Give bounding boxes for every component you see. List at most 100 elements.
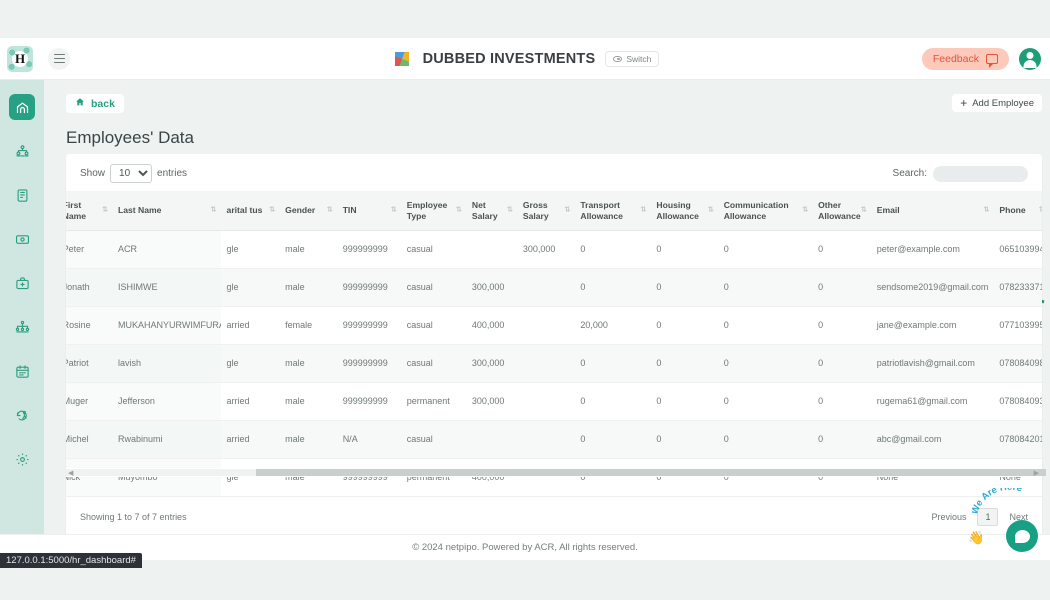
cell-gender: male: [279, 268, 337, 308]
switch-company-button[interactable]: Switch: [605, 50, 660, 67]
cell-last-name: Rwabinumi: [112, 420, 221, 460]
cell-employee-type: casual: [400, 268, 466, 308]
cell-tin: 999999999: [336, 458, 401, 498]
plus-icon: +: [960, 96, 968, 110]
cell-gender: male: [279, 230, 337, 270]
cell-tin: 999999999: [336, 382, 401, 422]
add-employee-label: Add Employee: [972, 97, 1034, 109]
search-control: Search:: [893, 165, 1028, 182]
attendance-icon: [15, 408, 30, 423]
header-other-allowance[interactable]: Other Allowance: [812, 191, 871, 232]
cell-gross-salary: [516, 382, 575, 422]
table-body: 1PeterACRglemale999999999casual300,00000…: [66, 230, 1042, 498]
table-scroll-container[interactable]: # First Name Last Name arital tus Gender…: [66, 191, 1042, 498]
cell-gender: male: [279, 382, 337, 422]
entries-label: entries: [157, 168, 188, 179]
cell-tin: 999999999: [336, 268, 401, 308]
cell-email: peter@example.com: [870, 230, 994, 270]
cell-housing-allowance: 0: [650, 382, 718, 422]
header-gender[interactable]: Gender: [279, 191, 337, 232]
header-gross-salary[interactable]: Gross Salary: [516, 191, 575, 232]
cell-communication-allowance: 0: [717, 382, 813, 422]
cell-other-allowance: 0: [812, 306, 871, 346]
user-avatar[interactable]: [1019, 47, 1041, 70]
sidebar-item-employees[interactable]: [9, 138, 35, 164]
cell-phone: 0780840933: [993, 382, 1042, 422]
scroll-left-arrow-icon[interactable]: ◀: [68, 469, 73, 477]
copyright-text: © 2024 netpipo. Powered by ACR, All righ…: [412, 542, 638, 553]
back-button[interactable]: back: [66, 94, 124, 113]
header-employee-type[interactable]: Employee Type: [400, 191, 466, 232]
scroll-right-arrow-icon[interactable]: ▶: [1034, 469, 1039, 477]
header-housing-allowance[interactable]: Housing Allowance: [650, 191, 718, 232]
table-header-row: # First Name Last Name arital tus Gender…: [66, 191, 1042, 232]
calendar-icon: [15, 364, 30, 379]
cell-housing-allowance: 0: [650, 458, 718, 498]
cell-marital-status: gle: [220, 458, 280, 498]
header-first-name[interactable]: First Name: [66, 191, 112, 232]
browser-status-bar: 127.0.0.1:5000/hr_dashboard#: [0, 553, 142, 568]
main-toolbar: back + Add Employee: [44, 80, 1050, 128]
horizontal-scrollbar[interactable]: ◀ ▶: [66, 468, 1046, 477]
table-row: 7NickMuyomboglemale999999999permanent400…: [66, 458, 1042, 498]
company-name: DUBBED INVESTMENTS: [422, 50, 596, 67]
company-logo-icon: [390, 47, 413, 70]
cell-last-name: MUKAHANYURWIMFURA: [112, 306, 221, 346]
sidebar-item-attendance[interactable]: [9, 402, 35, 428]
cell-communication-allowance: 0: [717, 344, 813, 384]
header-marital-status[interactable]: arital tus: [220, 191, 280, 232]
speech-bubble-icon: [986, 53, 998, 68]
header-transport-allowance[interactable]: Transport Allowance: [574, 191, 651, 232]
cell-first-name: Patriot: [66, 344, 112, 384]
sidebar-item-home[interactable]: [9, 94, 35, 120]
cell-transport-allowance: 0: [574, 458, 651, 498]
header-email[interactable]: Email: [870, 191, 994, 232]
table-row: 6MichelRwabinumiarriedmaleN/Acasual0000a…: [66, 420, 1042, 460]
header-last-name[interactable]: Last Name: [112, 191, 221, 232]
cell-marital-status: arried: [220, 420, 280, 460]
showing-entries-text: Showing 1 to 7 of 7 entries: [80, 512, 187, 523]
sidebar-item-settings[interactable]: [9, 446, 35, 472]
sidebar: [0, 80, 44, 534]
chat-button[interactable]: [1006, 520, 1038, 552]
cell-transport-allowance: 0: [574, 268, 651, 308]
eye-icon: [613, 55, 623, 62]
header-tin[interactable]: TIN: [336, 191, 401, 232]
sidebar-item-calendar[interactable]: [9, 358, 35, 384]
cell-first-name: Peter: [66, 230, 112, 270]
cell-first-name: Nick: [66, 458, 112, 498]
waving-hand-icon: 👋: [968, 530, 985, 545]
cell-first-name: Michel: [66, 420, 112, 460]
chat-bubble-icon: [1014, 529, 1030, 543]
entries-select[interactable]: 10: [110, 164, 153, 183]
cell-other-allowance: 0: [812, 420, 871, 460]
header-net-salary[interactable]: Net Salary: [465, 191, 517, 232]
cell-employee-type: casual: [400, 230, 466, 270]
sidebar-item-payroll[interactable]: [9, 182, 35, 208]
cell-last-name: ACR: [112, 230, 221, 270]
cell-housing-allowance: 0: [650, 420, 718, 460]
app-window: H DUBBED INVESTMENTS Switch Feedback bac…: [0, 0, 1050, 600]
header-phone[interactable]: Phone: [993, 191, 1042, 232]
sidebar-item-benefits[interactable]: [9, 270, 35, 296]
cell-phone: 0780840983: [993, 344, 1042, 384]
cell-net-salary: 400,000: [465, 306, 517, 346]
cell-email: sendsome2019@gmail.com: [870, 268, 994, 308]
header-communication-allowance[interactable]: Communication Allowance: [717, 191, 813, 232]
sidebar-item-organisation[interactable]: [9, 314, 35, 340]
cell-communication-allowance: 0: [717, 458, 813, 498]
search-input[interactable]: [933, 165, 1028, 182]
cell-employee-type: permanent: [400, 458, 466, 498]
cell-last-name: Jefferson: [112, 382, 221, 422]
cell-gender: male: [279, 344, 337, 384]
sidebar-item-payments[interactable]: [9, 226, 35, 252]
table-footer: Showing 1 to 7 of 7 entries Previous 1 N…: [66, 497, 1042, 534]
employees-card: Show 10 entries Search: irst ame ⇅ Last …: [66, 154, 1042, 534]
add-employee-button[interactable]: + Add Employee: [952, 94, 1042, 112]
table-row: 3RosineMUKAHANYURWIMFURAarriedfemale9999…: [66, 306, 1042, 346]
benefits-icon: [15, 276, 30, 291]
cell-housing-allowance: 0: [650, 344, 718, 384]
scrollbar-thumb[interactable]: [256, 469, 1046, 476]
cell-net-salary: 300,000: [465, 268, 517, 308]
pagination-previous[interactable]: Previous: [931, 512, 966, 522]
